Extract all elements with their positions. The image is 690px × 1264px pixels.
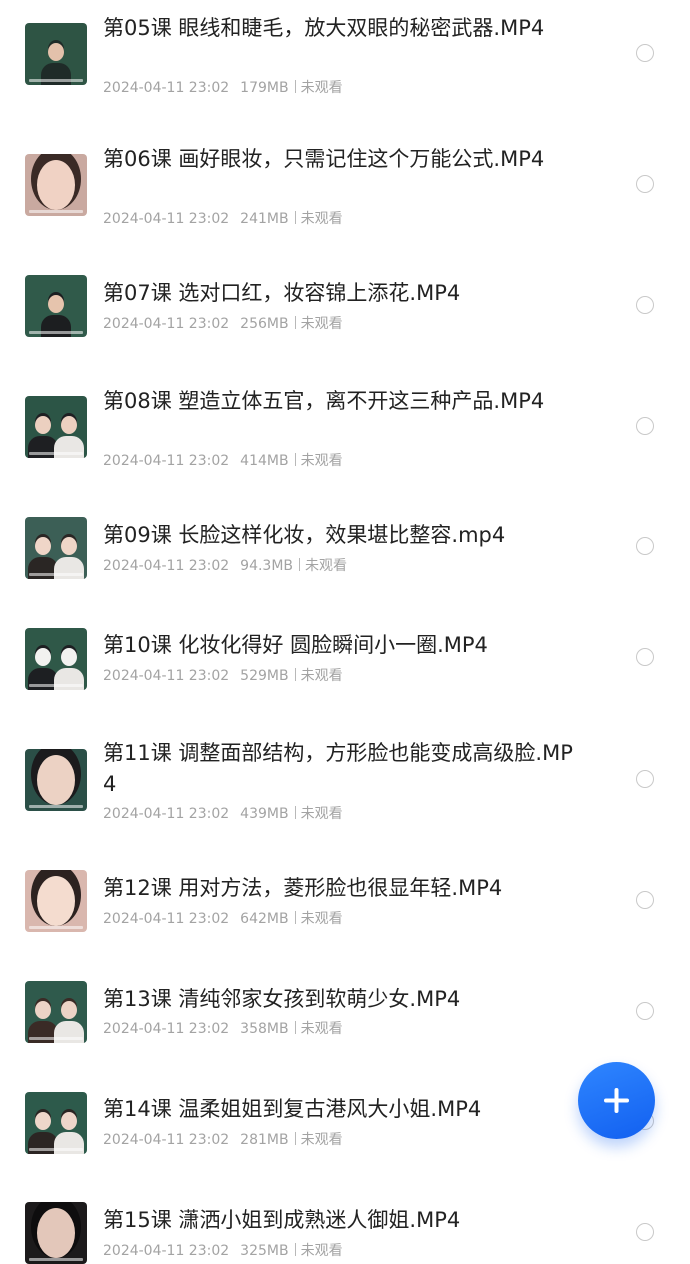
file-date: 2024-04-11 23:02 <box>103 668 230 684</box>
select-radio[interactable] <box>636 1223 654 1241</box>
file-size: 414MB <box>240 453 289 469</box>
file-title: 第05课 眼线和睫毛，放大双眼的秘密武器.MP4 <box>103 16 545 40</box>
file-date: 2024-04-11 23:02 <box>103 211 230 227</box>
file-title: 第10课 化妆化得好 圆脸瞬间小一圈.MP4 <box>103 633 488 657</box>
video-thumbnail <box>25 517 87 579</box>
video-thumbnail <box>25 396 87 458</box>
select-radio[interactable] <box>636 537 654 555</box>
meta-divider <box>294 668 296 681</box>
watch-status: 未观看 <box>300 453 343 469</box>
meta-divider <box>294 211 296 224</box>
file-meta: 2024-04-11 23:02 241MB 未观看 <box>103 209 573 229</box>
file-meta: 2024-04-11 23:02 256MB 未观看 <box>103 314 573 334</box>
file-title: 第11课 调整面部结构，方形脸也能变成高级脸.MP4 <box>103 741 573 796</box>
video-thumbnail <box>25 1092 87 1154</box>
file-title: 第13课 清纯邻家女孩到软萌少女.MP4 <box>103 987 461 1011</box>
file-size: 281MB <box>240 1132 289 1148</box>
file-meta: 2024-04-11 23:02 179MB 未观看 <box>103 78 573 98</box>
file-date: 2024-04-11 23:02 <box>103 80 230 96</box>
watch-status: 未观看 <box>300 1021 343 1037</box>
file-meta: 2024-04-11 23:02 439MB 未观看 <box>103 804 573 824</box>
add-button[interactable] <box>578 1062 655 1139</box>
watch-status: 未观看 <box>300 80 343 96</box>
select-radio[interactable] <box>636 770 654 788</box>
file-title: 第09课 长脸这样化妆，效果堪比整容.mp4 <box>103 523 506 547</box>
watch-status: 未观看 <box>300 806 343 822</box>
select-radio[interactable] <box>636 417 654 435</box>
file-date: 2024-04-11 23:02 <box>103 1132 230 1148</box>
meta-divider <box>294 453 296 466</box>
file-meta: 2024-04-11 23:02 642MB 未观看 <box>103 909 573 929</box>
video-thumbnail <box>25 1202 87 1264</box>
file-meta: 2024-04-11 23:02 529MB 未观看 <box>103 666 573 686</box>
file-title: 第12课 用对方法，菱形脸也很显年轻.MP4 <box>103 876 503 900</box>
file-meta: 2024-04-11 23:02 94.3MB 未观看 <box>103 556 573 576</box>
file-meta: 2024-04-11 23:02 281MB 未观看 <box>103 1130 573 1150</box>
file-size: 256MB <box>240 316 289 332</box>
meta-divider <box>294 1021 296 1034</box>
file-date: 2024-04-11 23:02 <box>103 806 230 822</box>
file-size: 325MB <box>240 1243 289 1259</box>
watch-status: 未观看 <box>300 911 343 927</box>
file-title: 第06课 画好眼妆，只需记住这个万能公式.MP4 <box>103 147 545 171</box>
meta-divider <box>294 80 296 93</box>
file-size: 241MB <box>240 211 289 227</box>
select-radio[interactable] <box>636 175 654 193</box>
file-title: 第14课 温柔姐姐到复古港风大小姐.MP4 <box>103 1097 482 1121</box>
video-thumbnail <box>25 749 87 811</box>
file-date: 2024-04-11 23:02 <box>103 453 230 469</box>
file-title: 第08课 塑造立体五官，离不开这三种产品.MP4 <box>103 389 545 413</box>
meta-divider <box>294 1243 296 1256</box>
file-size: 358MB <box>240 1021 289 1037</box>
video-thumbnail <box>25 870 87 932</box>
watch-status: 未观看 <box>300 1132 343 1148</box>
watch-status: 未观看 <box>300 668 343 684</box>
meta-divider <box>299 558 301 571</box>
file-size: 179MB <box>240 80 289 96</box>
file-meta: 2024-04-11 23:02 358MB 未观看 <box>103 1019 573 1039</box>
file-size: 529MB <box>240 668 289 684</box>
meta-divider <box>294 806 296 819</box>
video-thumbnail <box>25 628 87 690</box>
select-radio[interactable] <box>636 1002 654 1020</box>
file-date: 2024-04-11 23:02 <box>103 316 230 332</box>
file-size: 94.3MB <box>240 558 294 574</box>
select-radio[interactable] <box>636 891 654 909</box>
file-size: 642MB <box>240 911 289 927</box>
file-date: 2024-04-11 23:02 <box>103 911 230 927</box>
select-radio[interactable] <box>636 648 654 666</box>
meta-divider <box>294 1132 296 1145</box>
video-thumbnail <box>25 154 87 216</box>
file-size: 439MB <box>240 806 289 822</box>
video-thumbnail <box>25 275 87 337</box>
watch-status: 未观看 <box>300 211 343 227</box>
select-radio[interactable] <box>636 44 654 62</box>
file-title: 第15课 潇洒小姐到成熟迷人御姐.MP4 <box>103 1208 461 1232</box>
file-date: 2024-04-11 23:02 <box>103 558 230 574</box>
watch-status: 未观看 <box>300 316 343 332</box>
watch-status: 未观看 <box>300 1243 343 1259</box>
file-meta: 2024-04-11 23:02 414MB 未观看 <box>103 451 573 471</box>
file-meta: 2024-04-11 23:02 325MB 未观看 <box>103 1241 573 1261</box>
file-date: 2024-04-11 23:02 <box>103 1243 230 1259</box>
plus-icon <box>604 1088 629 1113</box>
file-title: 第07课 选对口红，妆容锦上添花.MP4 <box>103 281 461 305</box>
video-thumbnail <box>25 981 87 1043</box>
select-radio[interactable] <box>636 296 654 314</box>
file-date: 2024-04-11 23:02 <box>103 1021 230 1037</box>
meta-divider <box>294 911 296 924</box>
meta-divider <box>294 316 296 329</box>
watch-status: 未观看 <box>305 558 348 574</box>
video-thumbnail <box>25 23 87 85</box>
